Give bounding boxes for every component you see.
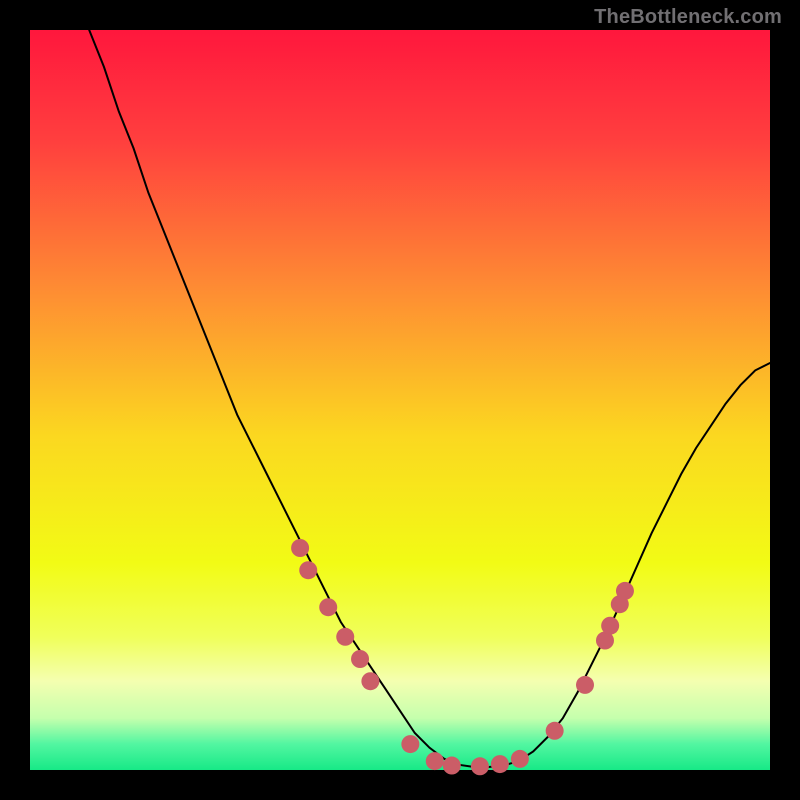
chart-frame: TheBottleneck.com	[0, 0, 800, 800]
watermark-text: TheBottleneck.com	[594, 6, 782, 29]
curve-marker	[491, 755, 509, 773]
curve-marker	[443, 757, 461, 775]
curve-marker	[616, 582, 634, 600]
curve-marker	[426, 752, 444, 770]
curve-marker	[401, 735, 419, 753]
curve-marker	[319, 598, 337, 616]
curve-marker	[511, 750, 529, 768]
curve-marker	[601, 617, 619, 635]
curve-marker	[351, 650, 369, 668]
curve-marker	[291, 539, 309, 557]
plot-background	[30, 30, 770, 770]
curve-marker	[299, 561, 317, 579]
curve-marker	[576, 676, 594, 694]
curve-marker	[546, 722, 564, 740]
bottleneck-chart	[0, 0, 800, 800]
curve-marker	[471, 757, 489, 775]
curve-marker	[361, 672, 379, 690]
curve-marker	[336, 628, 354, 646]
